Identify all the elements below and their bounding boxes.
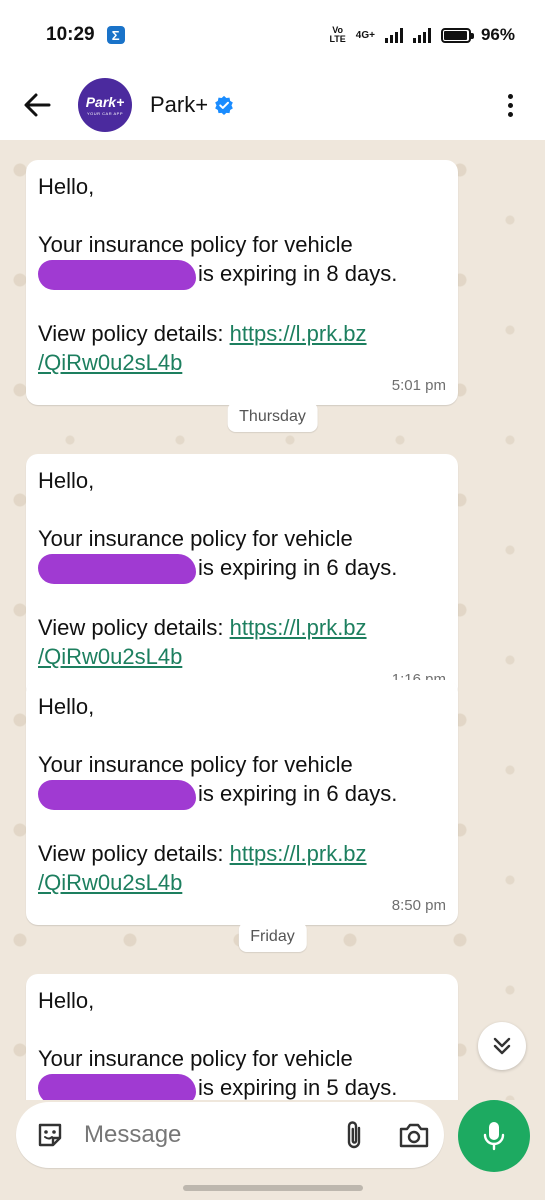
message-bubble[interactable]: Hello, Your insurance policy for vehicle… xyxy=(26,680,458,926)
volte-bottom-label: LTE xyxy=(329,34,346,44)
home-indicator[interactable] xyxy=(183,1185,363,1191)
message-box xyxy=(16,1102,444,1168)
scroll-to-bottom-button[interactable] xyxy=(478,1022,526,1070)
status-bar: 10:29 Σ Vo LTE 4G+ 96% xyxy=(0,0,545,70)
message-input[interactable] xyxy=(84,1121,304,1149)
contact-name[interactable]: Park+ xyxy=(150,92,208,118)
message-bubble[interactable]: Hello, Your insurance policy for vehicle… xyxy=(26,160,458,406)
message-greeting: Hello, xyxy=(38,468,95,493)
details-label: View policy details: xyxy=(38,615,224,641)
date-chip: Thursday xyxy=(227,402,318,432)
attach-button[interactable] xyxy=(338,1119,370,1151)
message-bubble[interactable]: Hello, Your insurance policy for vehicle… xyxy=(26,974,458,1100)
avatar-logo: Park+ xyxy=(85,94,125,110)
double-chevron-down-icon xyxy=(493,1037,511,1055)
details-label: View policy details: xyxy=(38,321,224,347)
composer-actions xyxy=(338,1119,430,1151)
redacted-plate xyxy=(38,1074,196,1100)
details-label: View policy details: xyxy=(38,841,224,867)
message-line: Your insurance policy for vehicle xyxy=(38,1046,353,1071)
attach-icon xyxy=(347,1121,361,1149)
mic-icon xyxy=(483,1122,505,1151)
battery-icon xyxy=(440,27,474,43)
back-arrow-icon xyxy=(24,93,51,117)
camera-button[interactable] xyxy=(398,1119,430,1151)
message-greeting: Hello, xyxy=(38,694,95,719)
signal-icon-2 xyxy=(412,27,431,43)
message-line: Your insurance policy for vehicle xyxy=(38,526,353,551)
message-greeting: Hello, xyxy=(38,174,95,199)
policy-link[interactable]: https://l.prk.bz xyxy=(230,321,367,346)
date-chip: Friday xyxy=(238,922,307,952)
back-button[interactable] xyxy=(22,90,52,120)
status-time: 10:29 xyxy=(46,24,95,45)
more-vert-icon[interactable] xyxy=(495,90,525,120)
camera-icon xyxy=(399,1123,429,1148)
message-line: is expiring in 6 days. xyxy=(198,781,398,806)
battery-level: 96% xyxy=(480,25,515,44)
policy-link[interactable]: /QiRw0u2sL4b xyxy=(38,870,182,895)
sticker-button[interactable] xyxy=(34,1119,66,1151)
redacted-plate xyxy=(38,260,196,291)
message-time: 8:50 pm xyxy=(391,897,446,915)
message-greeting: Hello, xyxy=(38,988,95,1013)
volte-icon: Vo LTE xyxy=(329,26,345,44)
redacted-plate xyxy=(38,554,196,585)
signal-icon xyxy=(384,27,403,43)
chat-header: Park+ YOUR CAR APP Park+ xyxy=(0,70,545,140)
policy-link[interactable]: /QiRw0u2sL4b xyxy=(38,350,182,375)
message-line: is expiring in 8 days. xyxy=(198,261,398,286)
sticker-icon xyxy=(38,1123,62,1147)
app-notification-icon: Σ xyxy=(106,26,125,44)
policy-link[interactable]: https://l.prk.bz xyxy=(230,615,367,640)
voice-message-button[interactable] xyxy=(458,1100,530,1172)
message-time: 5:01 pm xyxy=(391,377,446,395)
redacted-plate xyxy=(38,780,196,811)
message-bubble[interactable]: Hello, Your insurance policy for vehicle… xyxy=(26,454,458,700)
avatar-tagline: YOUR CAR APP xyxy=(86,111,123,116)
verified-badge-icon xyxy=(215,95,233,115)
message-line: Your insurance policy for vehicle xyxy=(38,752,353,777)
avatar[interactable]: Park+ YOUR CAR APP xyxy=(78,78,132,132)
status-indicators: Vo LTE 4G+ 96% xyxy=(329,25,515,45)
policy-link[interactable]: /QiRw0u2sL4b xyxy=(38,644,182,669)
message-line: is expiring in 5 days. xyxy=(198,1075,398,1100)
message-line: is expiring in 6 days. xyxy=(198,555,398,580)
network-type: 4G+ xyxy=(355,29,375,41)
policy-link[interactable]: https://l.prk.bz xyxy=(230,841,367,866)
chat-area[interactable]: Hello, Your insurance policy for vehicle… xyxy=(0,140,545,1100)
message-line: Your insurance policy for vehicle xyxy=(38,232,353,257)
